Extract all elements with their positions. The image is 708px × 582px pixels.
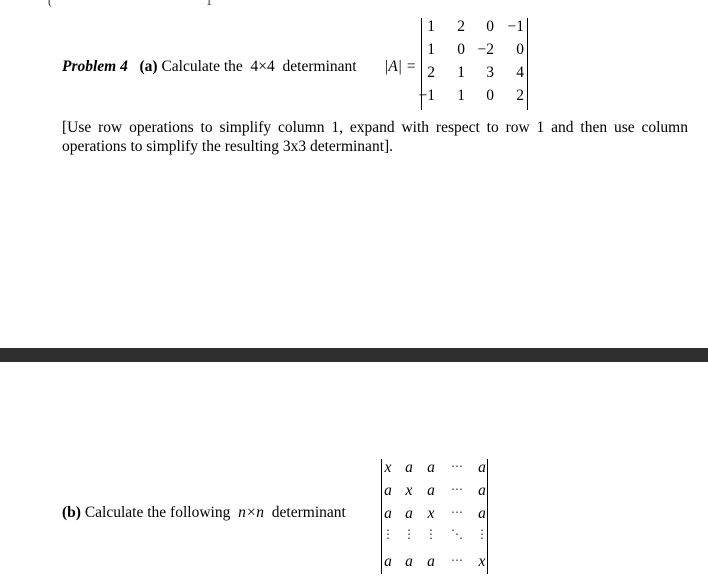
part-b-text: Calculate the following [84, 504, 231, 521]
matrix-a-cell: 1 [457, 64, 465, 81]
matrix-size: n×n [238, 504, 265, 521]
part-a-tag: (a) [139, 58, 158, 75]
part-b-heading: (b) Calculate the following n×n determin… [62, 504, 346, 522]
matrix-b-cell: x [405, 482, 413, 499]
matrix-a-cell: 1 [427, 18, 435, 35]
hint-line-2: operations to simplify the resulting 3x3… [62, 138, 394, 155]
matrix-a-cell: 3 [486, 64, 494, 81]
matrix-b-cell: a [384, 553, 392, 570]
matrix-a-cell: 2 [457, 18, 465, 35]
matrix-b-cell: ⋯ [451, 505, 463, 519]
matrix-b-cell: a [478, 505, 486, 522]
matrix-a-cell: 0 [457, 41, 465, 58]
matrix-b-cell: a [384, 482, 392, 499]
clipped-text-fragment: 1 [206, 0, 212, 8]
matrix-a-cell: 0 [486, 18, 494, 35]
problem-label: Problem 4 [62, 58, 128, 75]
matrix-a-cell: 2 [427, 64, 435, 81]
matrix-b-cell: x [427, 505, 435, 522]
determinant-lhs: |A| = [384, 58, 417, 75]
matrix-b-cell: x [384, 459, 392, 476]
matrix-a-cell: −2 [477, 41, 495, 58]
matrix-b-cell: ⋮ [425, 527, 437, 541]
matrix-b: x a a ⋯ a a x a ⋯ a a a x ⋯ a ⋮ ⋮ ⋮ ⋱ ⋮ a a a ⋯ x [381, 459, 488, 574]
matrix-b-cell: ⋯ [451, 459, 463, 473]
part-a-text: Calculate the [161, 58, 243, 75]
matrix-b-cell: ⋮ [476, 527, 488, 541]
matrix-a-cell: −1 [418, 87, 436, 104]
matrix-b-cell: a [384, 505, 392, 522]
hint-line-1: [Use row operations to simplify column 1… [62, 119, 688, 136]
matrix-b-cell: ⋮ [403, 527, 415, 541]
matrix-a-cell: 0 [516, 41, 524, 58]
matrix-b-cell: a [405, 553, 413, 570]
clipped-text-fragment: ( [48, 0, 52, 8]
part-b-tag: (b) [62, 504, 81, 521]
matrix-a-cell: −1 [507, 18, 525, 35]
matrix-b-cell: a [427, 553, 435, 570]
determinant-bar-right [527, 18, 528, 110]
matrix-a-cell: 2 [516, 87, 524, 104]
matrix-a-cell: 4 [516, 64, 524, 81]
matrix-b-cell: x [478, 553, 486, 570]
matrix-b-cell: ⋯ [451, 482, 463, 496]
page-divider [0, 348, 708, 362]
matrix-a-cell: 1 [457, 87, 465, 104]
matrix-b-cell: a [478, 482, 486, 499]
matrix-b-cell: ⋯ [451, 553, 463, 567]
matrix-size: 4×4 [250, 58, 275, 75]
matrix-a: 1 2 0 −1 1 0 −2 0 2 1 3 4 −1 1 0 2 [418, 18, 528, 110]
matrix-b-cell: a [427, 482, 435, 499]
matrix-b-cell: a [405, 459, 413, 476]
matrix-b-cell: a [405, 505, 413, 522]
part-a-text-after: determinant [282, 58, 357, 75]
matrix-b-cell: a [427, 459, 435, 476]
matrix-a-cell: 1 [427, 41, 435, 58]
matrix-a-cell: 0 [486, 87, 494, 104]
hint-paragraph: [Use row operations to simplify column 1… [62, 118, 688, 156]
part-b-text-after: determinant [271, 504, 346, 521]
matrix-b-cell: a [478, 459, 486, 476]
matrix-b-cell: ⋮ [382, 527, 394, 541]
matrix-b-cell: ⋱ [451, 527, 463, 541]
problem-heading: Problem 4 (a) Calculate the 4×4 determin… [62, 58, 357, 76]
